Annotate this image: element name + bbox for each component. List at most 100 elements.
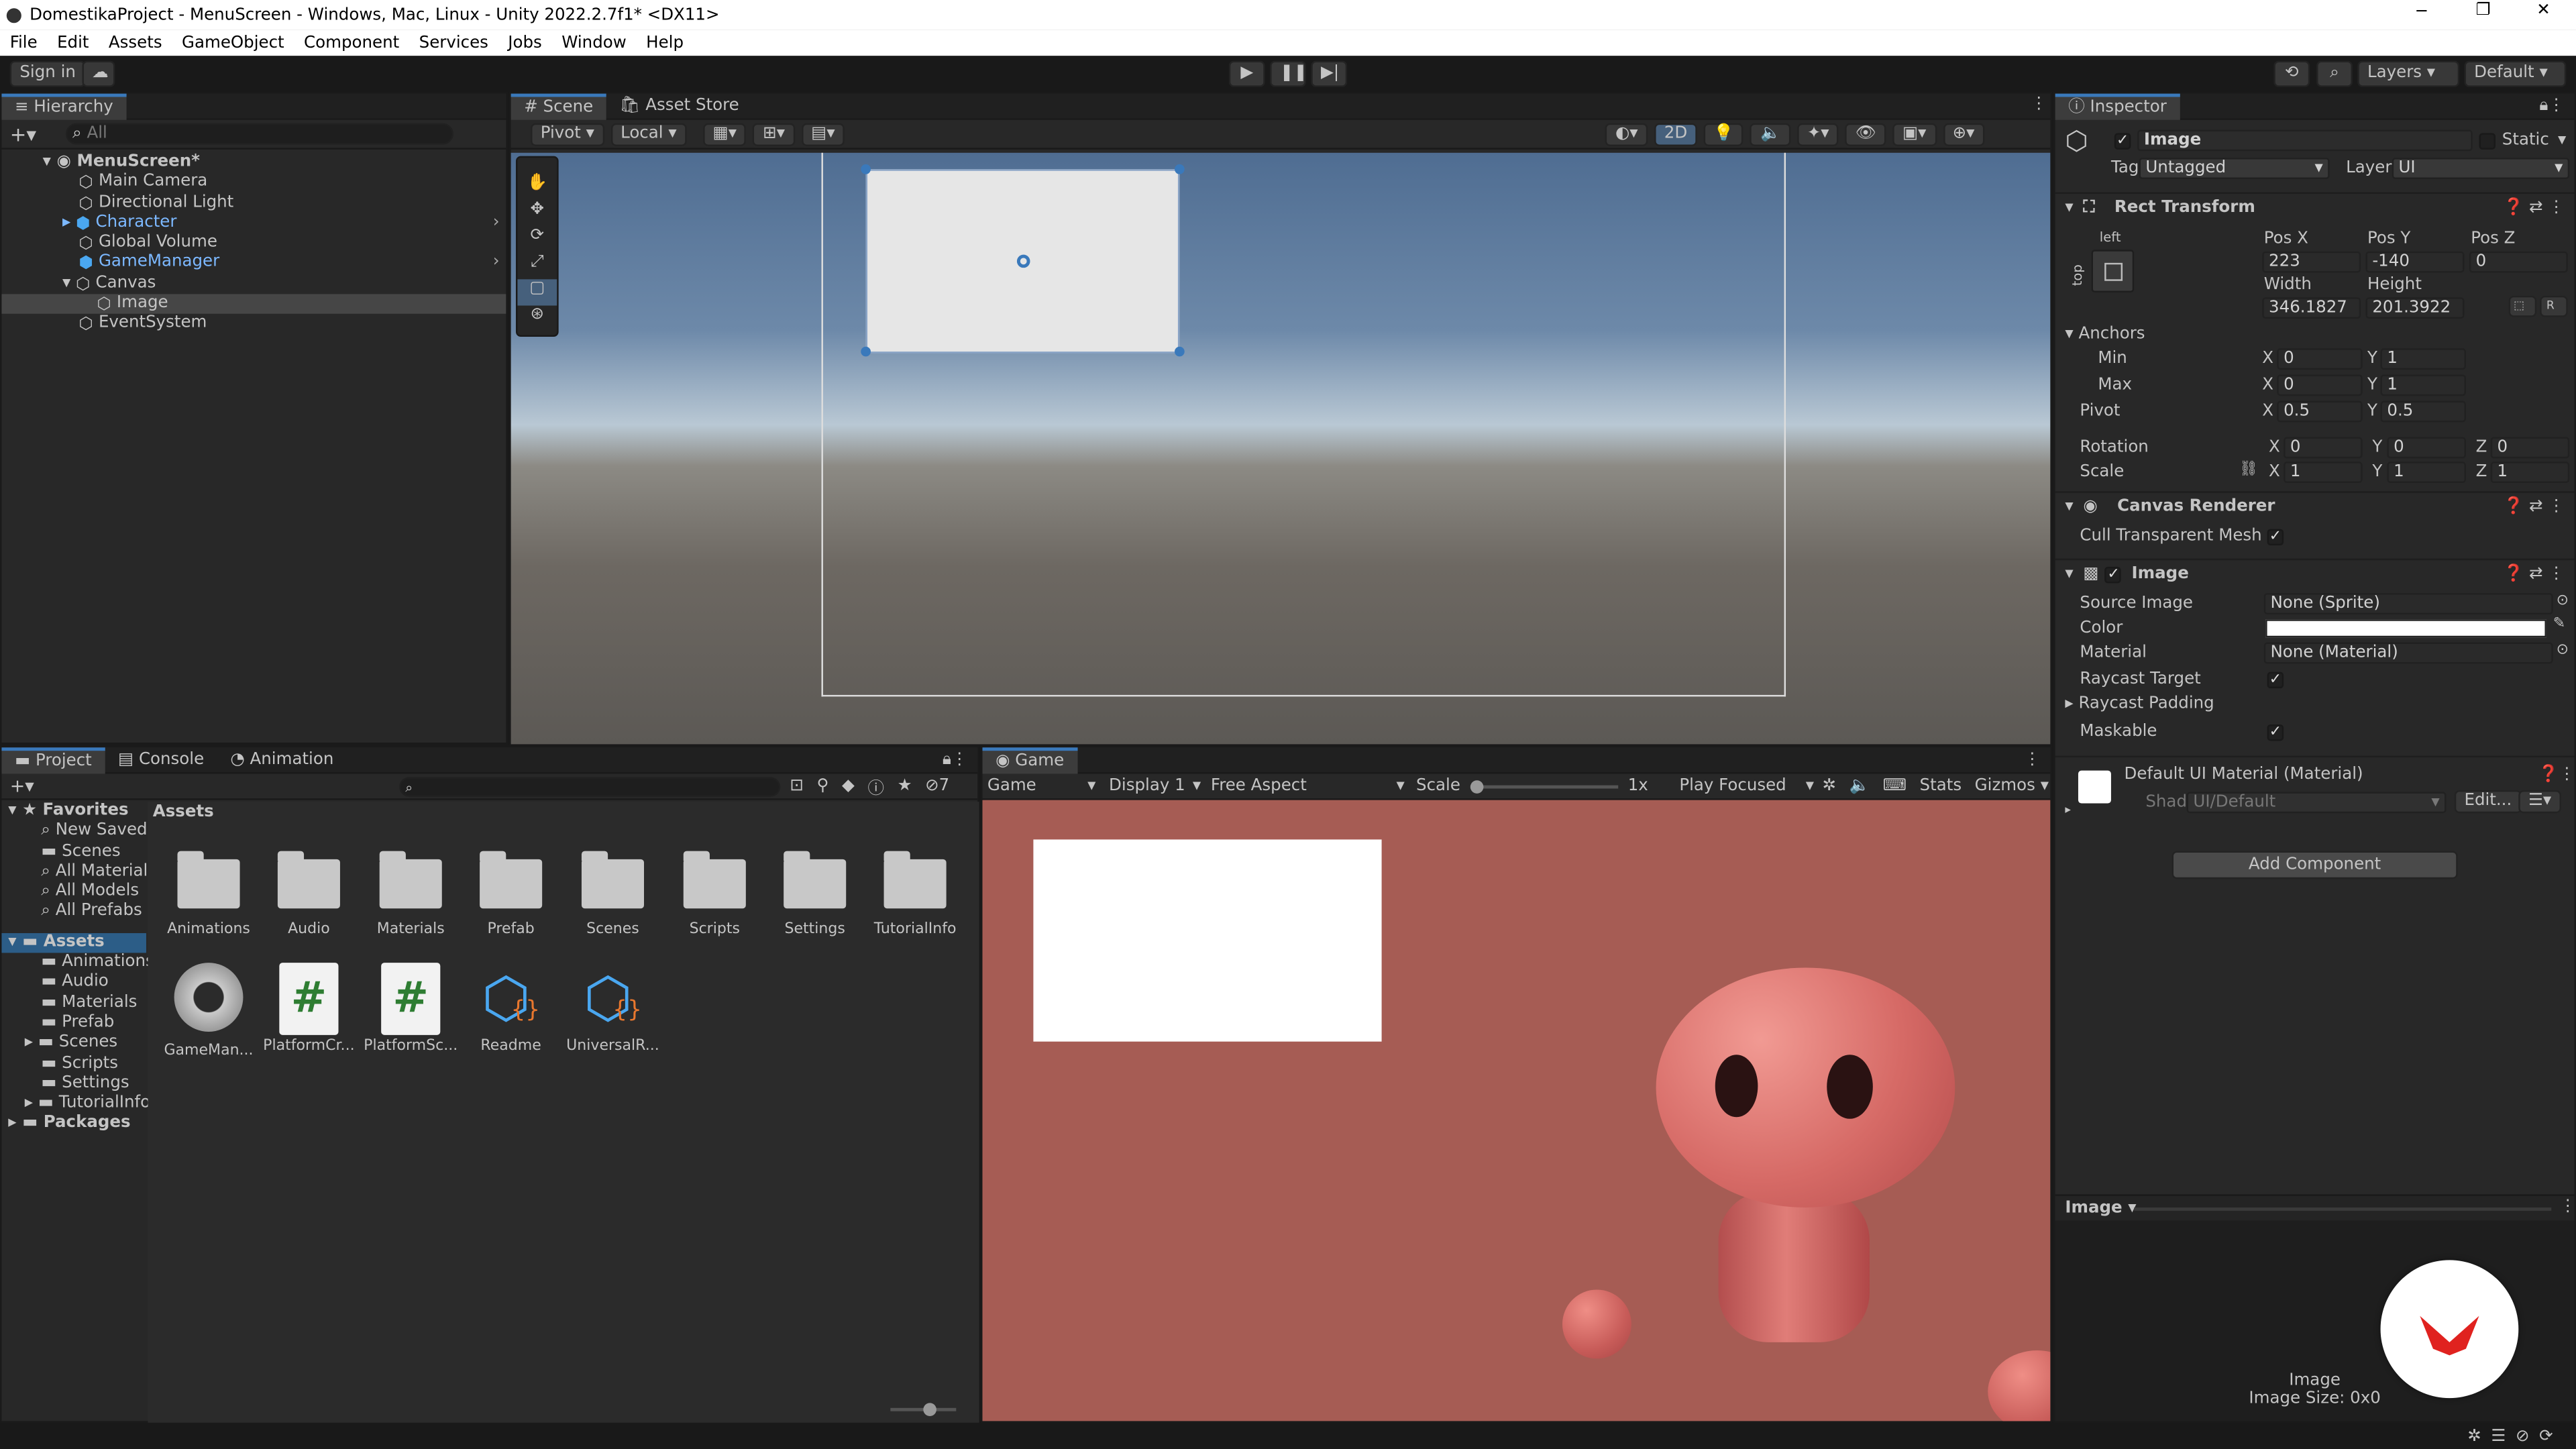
canvas-renderer-header[interactable]: ▾ ◉ Canvas Renderer ❓ ⇄ ⋮ (2055, 491, 2575, 521)
project-lock-icon[interactable]: 🔒︎⋮ (943, 751, 968, 769)
object-name-input[interactable]: Image (2137, 129, 2473, 152)
visibility-toggle-icon[interactable]: 👁 (1845, 122, 1886, 146)
pivot-dropdown[interactable]: Pivot ▾ (531, 122, 604, 146)
anchor-min-x-field[interactable]: 0 (2277, 348, 2363, 370)
hierarchy-item-directional-light[interactable]: ⬡ Directional Light (1, 193, 506, 213)
pause-button[interactable]: ❚❚ (1270, 60, 1307, 87)
tab-inspector[interactable]: ⓘ Inspector (2055, 93, 2180, 119)
asset-folder[interactable]: Settings (765, 851, 864, 938)
hierarchy-item-main-camera[interactable]: ⬡ Main Camera (1, 173, 506, 193)
component-menu-icon[interactable]: ❓ ⇄ ⋮ (2504, 559, 2565, 589)
scale-link-icon[interactable]: ⛓ (2239, 458, 2258, 483)
gizmos-scene-icon[interactable]: ⊕▾ (1942, 122, 1985, 146)
raycast-padding-foldout[interactable]: ▸ Raycast Padding (2065, 692, 2214, 716)
asset-folder[interactable]: Prefab (462, 851, 560, 938)
menu-services[interactable]: Services (419, 34, 488, 52)
asset-folder[interactable]: Scripts (665, 851, 764, 938)
layer-dropdown[interactable]: UI ▾ (2392, 158, 2570, 179)
tab-console[interactable]: ▤ Console (105, 747, 217, 773)
rect-handle-tr[interactable] (1175, 164, 1185, 174)
stats-button[interactable]: Stats (1920, 777, 1962, 795)
asset-folder[interactable]: Audio (260, 851, 358, 938)
tab-asset-store[interactable]: 🛍 Asset Store (606, 93, 753, 119)
menu-help[interactable]: Help (646, 34, 684, 52)
assets-folder-item[interactable]: ▬ Prefab (1, 1014, 146, 1034)
menu-component[interactable]: Component (304, 34, 399, 52)
width-field[interactable]: 346.1827 (2262, 297, 2361, 319)
play-button[interactable]: ▶ (1228, 60, 1265, 87)
snap-increment-button[interactable]: ⊞▾ (753, 122, 795, 146)
transform-tool-icon[interactable]: ⊛ (517, 306, 557, 332)
component-menu-icon[interactable]: ❓ ⇄ ⋮ (2504, 193, 2565, 223)
source-image-field[interactable]: None (Sprite) (2263, 593, 2553, 614)
rect-tool-icon[interactable]: ▢ (517, 279, 557, 306)
hierarchy-item-image[interactable]: ⬡ Image (1, 294, 506, 315)
preview-title[interactable]: Image ▾ (2065, 1199, 2136, 1218)
menu-window[interactable]: Window (561, 34, 627, 52)
maskable-checkbox[interactable]: ✓ (2267, 724, 2284, 741)
step-button[interactable]: ▶| (1311, 60, 1348, 87)
expand-arrow-icon[interactable]: › (493, 213, 500, 233)
asset-file[interactable]: # PlatformCr... (260, 963, 358, 1055)
scale-slider[interactable] (1470, 780, 1619, 793)
pivot-y-field[interactable]: 0.5 (2380, 400, 2466, 423)
asset-file[interactable]: ⬡{} Readme (462, 963, 560, 1055)
asset-folder[interactable]: Materials (362, 851, 460, 938)
menu-assets[interactable]: Assets (109, 34, 162, 52)
asset-folder[interactable]: Animations (160, 851, 258, 938)
eyedropper-icon[interactable]: ✎ (2553, 616, 2565, 632)
scale-y-field[interactable]: 1 (2387, 462, 2466, 483)
local-dropdown[interactable]: Local ▾ (610, 122, 687, 146)
hand-tool-icon[interactable]: ✋ (517, 174, 557, 201)
effects-toggle-icon[interactable]: ✦▾ (1797, 122, 1839, 146)
pivot-x-field[interactable]: 0.5 (2277, 400, 2363, 423)
favorite-item[interactable]: ⌕ All Materials (1, 862, 156, 882)
sign-in-button[interactable]: Sign in (9, 60, 86, 87)
static-checkbox[interactable] (2479, 133, 2496, 150)
menu-edit[interactable]: Edit (57, 34, 89, 52)
cloud-icon[interactable]: ☁ (82, 60, 115, 87)
material-help-icon[interactable]: ❓⋮ (2538, 765, 2575, 784)
game-view-dropdown[interactable]: Game ▾ (987, 777, 1096, 795)
hierarchy-item-gamemanager[interactable]: ⬢ GameManager › (1, 254, 506, 274)
scene-pivot-handle[interactable] (1016, 254, 1030, 268)
audio-toggle-icon[interactable]: 🔈 (1750, 122, 1791, 146)
menu-gameobject[interactable]: GameObject (182, 34, 284, 52)
lock-icon[interactable]: 🔒︎⋮ (2539, 97, 2565, 115)
icon-size-slider[interactable] (890, 1403, 957, 1417)
rect-handle-bl[interactable] (861, 346, 871, 357)
project-search-input[interactable]: ⌕ (398, 776, 780, 796)
hierarchy-item-global-volume[interactable]: ⬡ Global Volume (1, 233, 506, 254)
tab-animation[interactable]: ◔ Animation (217, 747, 347, 773)
tag-dropdown[interactable]: Untagged ▾ (2139, 158, 2330, 179)
rotation-x-field[interactable]: 0 (2284, 437, 2363, 459)
blueprint-mode-button[interactable]: ⬚ (2508, 295, 2537, 317)
history-icon[interactable]: ⟲ (2273, 60, 2310, 87)
grid-snap-button[interactable]: ▦▾ (702, 122, 747, 146)
maximize-icon[interactable]: ❐ (2476, 1, 2491, 19)
aspect-dropdown[interactable]: Free Aspect ▾ (1211, 777, 1405, 795)
asset-folder[interactable]: TutorialInfo (866, 851, 965, 938)
image-header[interactable]: ▾ ▩ ✓ Image ❓ ⇄ ⋮ (2055, 558, 2575, 589)
object-picker-icon[interactable]: ⊙ (2557, 643, 2569, 659)
grid-visibility-button[interactable]: ▤▾ (801, 122, 845, 146)
gizmos-button[interactable]: Gizmos ▾ (1975, 777, 2049, 795)
layout-dropdown[interactable]: Default ▾ (2464, 60, 2567, 87)
scene-more-icon[interactable]: ⋮ (2031, 95, 2047, 113)
material-foldout-icon[interactable]: ▸ (2065, 804, 2071, 817)
material-field[interactable]: None (Material) (2263, 642, 2553, 664)
asset-file[interactable]: GameMan... (160, 963, 258, 1060)
color-field[interactable] (2265, 619, 2546, 638)
bug-icon[interactable]: ✲ (1822, 777, 1836, 795)
search-icon[interactable]: ⌕ (2316, 60, 2353, 87)
tab-game[interactable]: ◉ Game (982, 747, 1077, 773)
raycast-target-checkbox[interactable]: ✓ (2267, 672, 2284, 689)
anchors-foldout[interactable]: ▾ Anchors (2065, 322, 2145, 347)
preview-more-icon[interactable]: ⋮ (2560, 1197, 2576, 1216)
favorite-item[interactable]: ▬ Scenes (1, 842, 146, 862)
hierarchy-item-canvas[interactable]: ▾ ⬡ Canvas (1, 274, 506, 294)
assets-folder-item[interactable]: ▬ Audio (1, 973, 146, 994)
assets-folder-item[interactable]: ▬ Materials (1, 994, 146, 1014)
anchor-min-y-field[interactable]: 1 (2380, 348, 2466, 370)
assets-folder-item[interactable]: ▬ Scripts (1, 1054, 146, 1074)
